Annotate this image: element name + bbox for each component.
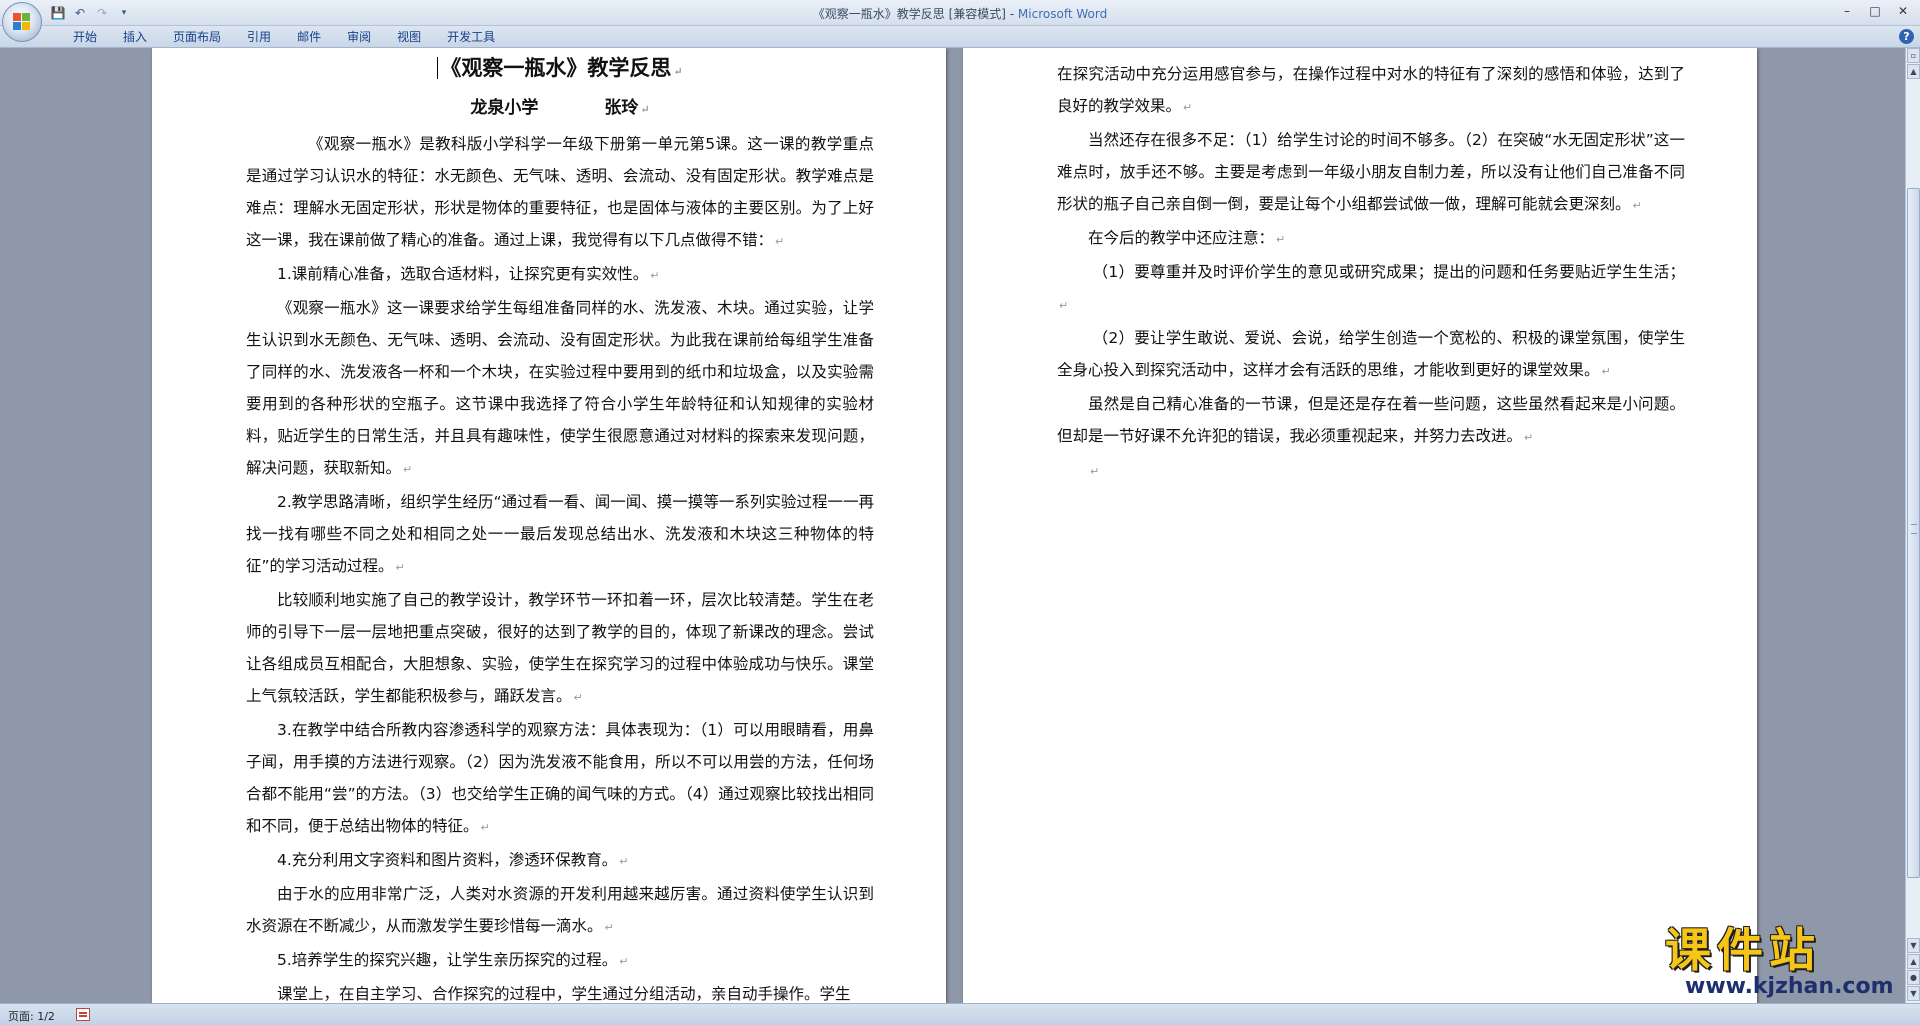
paragraph-mark: ↵ [395, 561, 405, 574]
tab-mailings[interactable]: 邮件 [284, 29, 334, 45]
paragraph-mark: ↵ [403, 463, 413, 476]
paragraph-text: 虽然是自己精心准备的一节课，但是还是存在着一些问题，这些虽然看起来是小问题。但却… [1057, 395, 1685, 445]
office-button[interactable] [2, 2, 42, 42]
paragraph[interactable]: 2.教学思路清晰，组织学生经历“通过看一看、闻一闻、摸一摸等一系列实验过程一一再… [246, 486, 874, 584]
paragraph-mark: ↵ [619, 855, 629, 868]
paragraph-text: 在今后的教学中还应注意： [1088, 229, 1275, 247]
ruler-toggle-icon[interactable]: ▫ [1907, 48, 1920, 63]
proofing-icon[interactable] [76, 1008, 90, 1021]
help-icon[interactable]: ? [1899, 29, 1914, 44]
document-author[interactable]: 龙泉小学 张玲 ↵ [246, 88, 874, 128]
paragraph[interactable]: （1）要尊重并及时评价学生的意见或研究成果；提出的问题和任务要贴近学生生活； ↵ [1057, 256, 1685, 322]
paragraph-mark: ↵ [480, 821, 490, 834]
document-title[interactable]: 《观察一瓶水》教学反思 ↵ [246, 48, 874, 88]
paragraph[interactable]: 1.课前精心准备，选取合适材料，让探究更有实效性。 ↵ [246, 258, 874, 292]
paragraph-mark: ↵ [775, 235, 785, 248]
maximize-button[interactable]: □ [1862, 2, 1888, 20]
document-name: 《观察一瓶水》教学反思 [兼容模式] - [812, 7, 1018, 21]
paragraph[interactable]: 《观察一瓶水》这一课要求给学生每组准备同样的水、洗发液、木块。通过实验，让学生认… [246, 292, 874, 486]
next-page-icon[interactable]: ▼ [1907, 986, 1920, 1001]
paragraph-mark: ↵ [1601, 365, 1611, 378]
tab-review[interactable]: 审阅 [334, 29, 384, 45]
watermark-main: 课件站 [1665, 923, 1821, 977]
paragraph-text: 《观察一瓶水》是教科版小学科学一年级下册第一单元第5课。这一课的教学重点是通过学… [246, 135, 874, 249]
paragraph[interactable]: （2）要让学生敢说、爱说、会说，给学生创造一个宽松的、积极的课堂氛围，使学生全身… [1057, 322, 1685, 388]
tab-references[interactable]: 引用 [234, 29, 284, 45]
paragraph-mark: ↵ [1524, 431, 1534, 444]
paragraph[interactable]: 在今后的教学中还应注意： ↵ [1057, 222, 1685, 256]
page-1-content: 《观察一瓶水》教学反思 ↵ 龙泉小学 张玲 ↵ 《观察一瓶水》是教科版小学科学一年级… [246, 48, 874, 1003]
close-button[interactable]: ✕ [1890, 2, 1916, 20]
document-author-text: 龙泉小学 张玲 [470, 98, 639, 118]
page-indicator[interactable]: 页面: 1/2 [8, 1008, 55, 1024]
window-title: 《观察一瓶水》教学反思 [兼容模式] - Microsoft Word [0, 5, 1920, 22]
paragraph-text: （2）要让学生敢说、爱说、会说，给学生创造一个宽松的、积极的课堂氛围，使学生全身… [1057, 329, 1685, 379]
page-1[interactable]: 《观察一瓶水》教学反思 ↵ 龙泉小学 张玲 ↵ 《观察一瓶水》是教科版小学科学一年级… [152, 48, 946, 1003]
tab-view[interactable]: 视图 [384, 29, 434, 45]
paragraph-text: 在探究活动中充分运用感官参与，在操作过程中对水的特征有了深刻的感悟和体验，达到了… [1057, 65, 1685, 115]
paragraph-mark: ↵ [1276, 233, 1286, 246]
select-browse-object-icon[interactable]: ● [1907, 970, 1920, 985]
vertical-scrollbar[interactable]: ▫ ▲ ▼ ▲ ● ▼ [1905, 48, 1920, 1003]
paragraph-text: 当然还存在很多不足：（1）给学生讨论的时间不够多。（2）在突破“水无固定形状”这… [1057, 131, 1685, 213]
scrollbar-thumb[interactable] [1907, 188, 1920, 878]
paragraph-mark: ↵ [619, 955, 629, 968]
paragraph[interactable]: 在探究活动中充分运用感官参与，在操作过程中对水的特征有了深刻的感悟和体验，达到了… [1057, 58, 1685, 124]
scroll-up-icon[interactable]: ▲ [1907, 64, 1920, 79]
grip-icon [1911, 524, 1917, 534]
window-controls: – □ ✕ [1834, 2, 1916, 20]
paragraph-mark: ↵ [1183, 101, 1193, 114]
paragraph-mark: ↵ [573, 691, 583, 704]
paragraph[interactable]: 由于水的应用非常广泛，人类对水资源的开发利用越来越厉害。通过资料使学生认识到水资… [246, 878, 874, 944]
paragraph-text: 《观察一瓶水》这一课要求给学生每组准备同样的水、洗发液、木块。通过实验，让学生认… [246, 299, 874, 477]
tab-page-layout[interactable]: 页面布局 [160, 29, 234, 45]
tab-developer[interactable]: 开发工具 [434, 29, 508, 45]
paragraph[interactable]: 3.在教学中结合所教内容渗透科学的观察方法：具体表现为：（1）可以用眼睛看，用鼻… [246, 714, 874, 844]
paragraph-text: 2.教学思路清晰，组织学生经历“通过看一看、闻一闻、摸一摸等一系列实验过程一一再… [246, 493, 874, 575]
paragraph[interactable]: 课堂上，在自主学习、合作探究的过程中，学生通过分组活动，亲自动手操作。学生 [246, 978, 874, 1003]
paragraph-mark: ↵ [1632, 199, 1642, 212]
paragraph[interactable]: 比较顺利地实施了自己的教学设计，教学环节一环扣着一环，层次比较清楚。学生在老师的… [246, 584, 874, 714]
tab-insert[interactable]: 插入 [110, 29, 160, 45]
ribbon-tabbar: 开始 插入 页面布局 引用 邮件 审阅 视图 开发工具 ? [0, 26, 1920, 48]
previous-page-icon[interactable]: ▲ [1907, 954, 1920, 969]
paragraph-text: 4.充分利用文字资料和图片资料，渗透环保教育。 [277, 851, 618, 869]
paragraph-text: 3.在教学中结合所教内容渗透科学的观察方法：具体表现为：（1）可以用眼睛看，用鼻… [246, 721, 874, 835]
page-2-content: 在探究活动中充分运用感官参与，在操作过程中对水的特征有了深刻的感悟和体验，达到了… [1057, 58, 1685, 488]
paragraph[interactable]: 《观察一瓶水》是教科版小学科学一年级下册第一单元第5课。这一课的教学重点是通过学… [246, 128, 874, 258]
watermark-url: www.kjzhan.com [1685, 974, 1894, 999]
paragraph[interactable]: 当然还存在很多不足：（1）给学生讨论的时间不够多。（2）在突破“水无固定形状”这… [1057, 124, 1685, 222]
paragraph-mark: ↵ [640, 103, 650, 116]
tab-home[interactable]: 开始 [60, 29, 110, 45]
app-name: Microsoft Word [1017, 7, 1108, 21]
paragraph-mark: ↵ [1090, 465, 1100, 478]
document-area: 《观察一瓶水》教学反思 ↵ 龙泉小学 张玲 ↵ 《观察一瓶水》是教科版小学科学一年级… [0, 48, 1905, 1003]
paragraph-mark: ↵ [650, 269, 660, 282]
paragraph[interactable]: 虽然是自己精心准备的一节课，但是还是存在着一些问题，这些虽然看起来是小问题。但却… [1057, 388, 1685, 454]
status-bar: 页面: 1/2 [0, 1003, 1920, 1025]
paragraph-text: 5.培养学生的探究兴趣，让学生亲历探究的过程。 [277, 951, 618, 969]
paragraph-text: 比较顺利地实施了自己的教学设计，教学环节一环扣着一环，层次比较清楚。学生在老师的… [246, 591, 874, 705]
paragraph[interactable]: 4.充分利用文字资料和图片资料，渗透环保教育。 ↵ [246, 844, 874, 878]
title-bar: 💾 ↶ ↷ ▾ 《观察一瓶水》教学反思 [兼容模式] - Microsoft W… [0, 0, 1920, 42]
text-cursor [437, 57, 439, 79]
paragraph-mark: ↵ [673, 65, 683, 78]
paragraph-text: 由于水的应用非常广泛，人类对水资源的开发利用越来越厉害。通过资料使学生认识到水资… [246, 885, 874, 935]
empty-paragraph[interactable]: ↵ [1057, 454, 1685, 488]
page-2[interactable]: 在探究活动中充分运用感官参与，在操作过程中对水的特征有了深刻的感悟和体验，达到了… [963, 48, 1757, 1003]
office-logo-icon [13, 13, 31, 31]
paragraph-text: 1.课前精心准备，选取合适材料，让探究更有实效性。 [277, 265, 649, 283]
paragraph-text: 课堂上，在自主学习、合作探究的过程中，学生通过分组活动，亲自动手操作。学生 [277, 985, 851, 1003]
minimize-button[interactable]: – [1834, 2, 1860, 20]
paragraph-mark: ↵ [604, 921, 614, 934]
paragraph-mark: ↵ [1059, 299, 1069, 312]
ribbon-tabs: 开始 插入 页面布局 引用 邮件 审阅 视图 开发工具 [60, 29, 508, 45]
watermark-logo: 课件站 www.kjzhan.com [1665, 925, 1900, 1003]
scroll-down-icon[interactable]: ▼ [1907, 938, 1920, 953]
document-title-text: 《观察一瓶水》教学反思 [440, 55, 672, 80]
paragraph-text: （1）要尊重并及时评价学生的意见或研究成果；提出的问题和任务要贴近学生生活； [1092, 263, 1685, 281]
paragraph[interactable]: 5.培养学生的探究兴趣，让学生亲历探究的过程。 ↵ [246, 944, 874, 978]
